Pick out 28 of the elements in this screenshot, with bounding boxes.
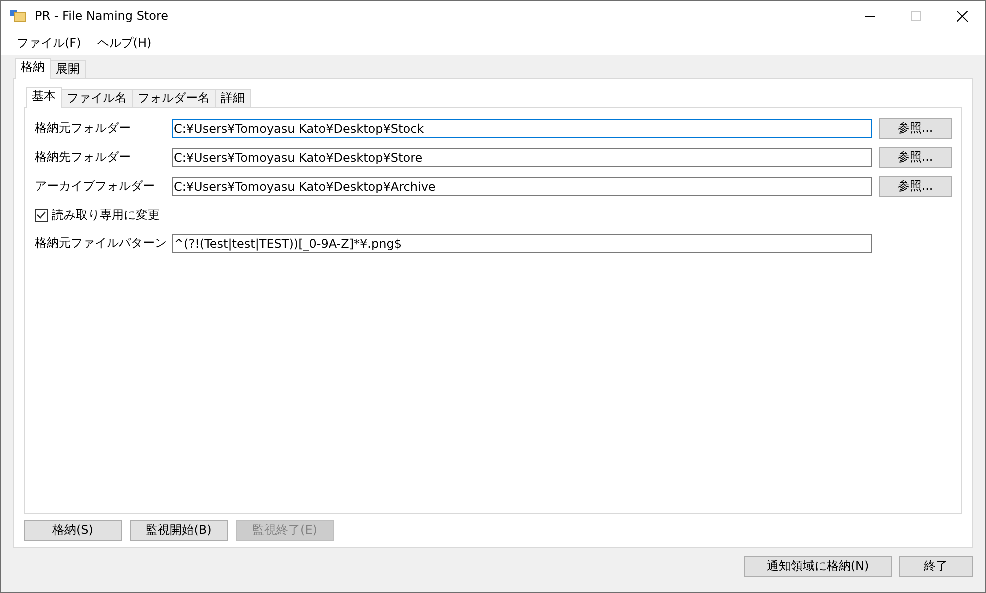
push-button[interactable]: 通知領域に格納(N) (744, 556, 892, 577)
field-label: 格納先フォルダー (35, 149, 132, 166)
field-label: 格納元ファイルパターン (35, 235, 168, 252)
push-button[interactable]: 参照... (879, 118, 952, 139)
field-label: アーカイブフォルダー (35, 178, 156, 195)
tab[interactable]: ファイル名 (61, 89, 133, 107)
close-icon[interactable] (956, 10, 968, 22)
tab[interactable]: 格納 (15, 58, 51, 79)
push-button[interactable]: 監視開始(B) (130, 520, 228, 541)
push-button[interactable]: 終了 (899, 556, 973, 577)
tab[interactable]: 展開 (50, 60, 86, 78)
app-icon (9, 8, 27, 24)
input-field[interactable]: ^(?!(Test|test|TEST))[_0-9A-Z]*¥.png$ (172, 234, 872, 253)
checkbox[interactable] (35, 208, 48, 222)
push-button[interactable]: 参照... (879, 147, 952, 168)
push-button[interactable]: 参照... (879, 176, 952, 197)
menu-item[interactable]: ヘルプ(H) (89, 34, 160, 52)
tab[interactable]: 基本 (26, 87, 62, 108)
window-title: PR - File Naming Store (35, 9, 170, 23)
input-field[interactable]: C:¥Users¥Tomoyasu Kato¥Desktop¥Archive (172, 177, 872, 196)
tab[interactable]: 詳細 (215, 89, 251, 107)
push-button[interactable]: 格納(S) (24, 520, 122, 541)
menu-item[interactable]: ファイル(F) (9, 34, 90, 52)
field-label: 格納元フォルダー (35, 120, 132, 137)
checkbox-label: 読み取り専用に変更 (52, 206, 160, 224)
tab[interactable]: フォルダー名 (132, 89, 216, 107)
input-field[interactable]: C:¥Users¥Tomoyasu Kato¥Desktop¥Store (172, 148, 872, 167)
input-field[interactable]: C:¥Users¥Tomoyasu Kato¥Desktop¥Stock (172, 119, 872, 138)
